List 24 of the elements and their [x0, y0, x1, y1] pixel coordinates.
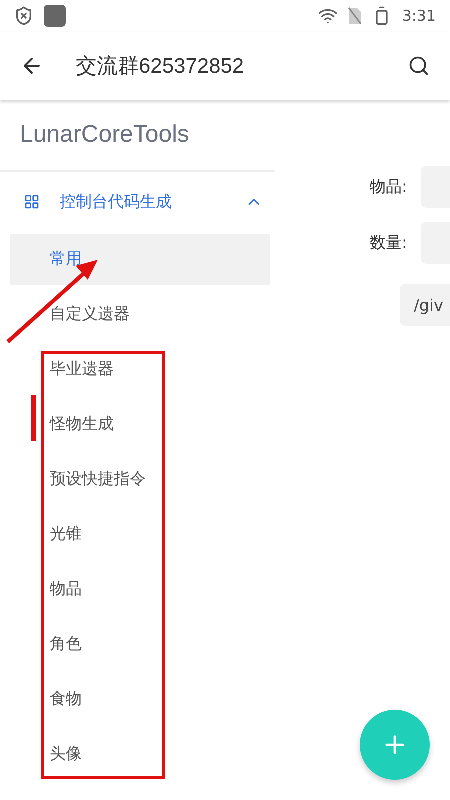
drawer-item[interactable]: 怪物生成: [10, 399, 270, 450]
field-label: 物品:: [370, 176, 408, 198]
drawer-item[interactable]: 角色: [10, 619, 270, 670]
field-label: 数量:: [370, 232, 408, 254]
drawer-item[interactable]: 头像: [10, 729, 270, 780]
window-title: 交流群625372852: [76, 54, 246, 80]
drawer-item[interactable]: 物品: [10, 564, 270, 615]
drawer-item[interactable]: 毕业遗器: [10, 344, 270, 395]
drawer-title: LunarCoreTools: [20, 121, 190, 149]
drawer-item[interactable]: 常用: [10, 234, 270, 285]
drawer-item[interactable]: 预设快捷指令: [10, 454, 270, 505]
drawer-group[interactable]: 控制台代码生成: [0, 172, 270, 232]
add-button[interactable]: [360, 710, 430, 780]
no-sim-icon: [348, 7, 362, 25]
grid-icon: [24, 194, 40, 210]
drawer-item[interactable]: 光锥: [10, 509, 270, 560]
clock-time: 3:31: [402, 7, 436, 25]
command-button[interactable]: /giv: [400, 284, 450, 326]
search-button[interactable]: [408, 55, 430, 77]
drawer-item[interactable]: 食物: [10, 674, 270, 725]
notification-icon: [44, 5, 66, 27]
highlight-mark: [31, 395, 36, 441]
drawer-item[interactable]: 自定义遗器: [10, 289, 270, 340]
shield-icon: [14, 6, 34, 26]
